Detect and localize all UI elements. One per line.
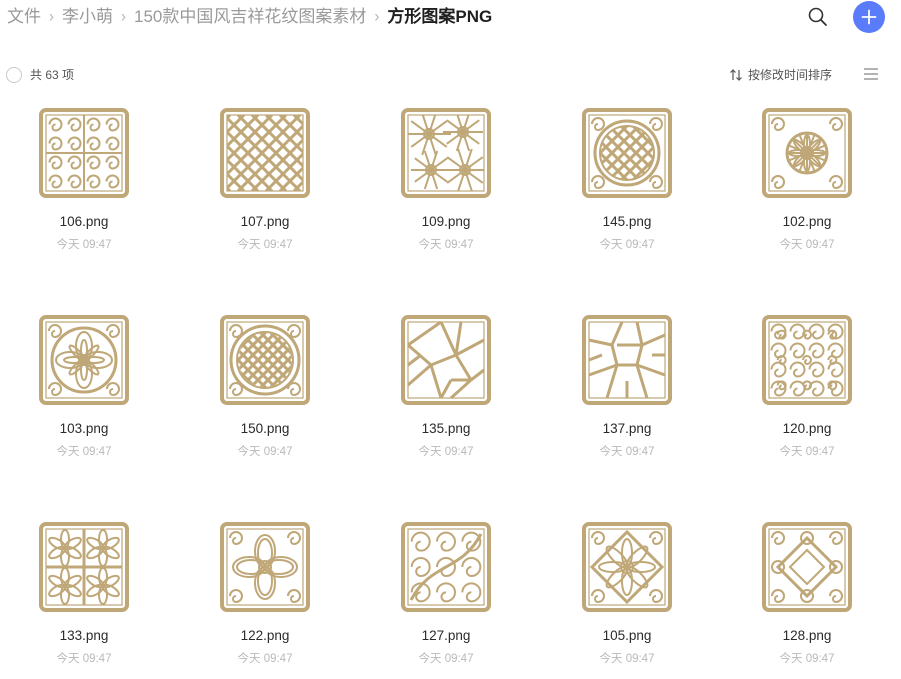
plus-icon [861,9,877,25]
file-name: 109.png [421,214,471,229]
file-date: 今天 09:47 [599,446,655,458]
breadcrumb-separator: › [49,7,54,26]
file-item[interactable]: 102.png 今天 09:47 [742,105,872,265]
breadcrumb-item-folder[interactable]: 150款中国风吉祥花纹图案素材 [134,6,366,28]
file-thumbnail [39,315,129,405]
file-item[interactable]: 150.png 今天 09:47 [200,312,330,472]
header: 文件 › 李小萌 › 150款中国风吉祥花纹图案素材 › 方形图案PNG [0,0,901,36]
file-thumbnail [401,315,491,405]
search-icon [808,7,827,26]
file-item[interactable]: 120.png 今天 09:47 [742,312,872,472]
file-item[interactable]: 133.png 今天 09:47 [19,519,149,679]
file-date: 今天 09:47 [56,239,112,251]
file-name: 150.png [240,421,290,436]
toolbar: 共 63 项 按修改时间排序 [0,60,901,88]
file-date: 今天 09:47 [56,446,112,458]
search-button[interactable] [806,5,830,29]
file-item[interactable]: 109.png 今天 09:47 [381,105,511,265]
file-thumbnail [39,108,129,198]
file-name: 106.png [59,214,109,229]
file-thumbnail [220,522,310,612]
file-name: 133.png [59,628,109,643]
breadcrumb-item-files[interactable]: 文件 [7,6,41,28]
file-thumbnail [762,522,852,612]
breadcrumb-item-user[interactable]: 李小萌 [62,6,113,28]
file-thumbnail [39,522,129,612]
file-date: 今天 09:47 [418,239,474,251]
file-name: 122.png [240,628,290,643]
file-thumbnail [762,108,852,198]
file-item[interactable]: 135.png 今天 09:47 [381,312,511,472]
file-thumbnail [220,108,310,198]
file-thumbnail [582,315,672,405]
file-date: 今天 09:47 [418,446,474,458]
file-item[interactable]: 107.png 今天 09:47 [200,105,330,265]
file-date: 今天 09:47 [56,653,112,665]
file-date: 今天 09:47 [599,239,655,251]
file-name: 102.png [782,214,832,229]
file-date: 今天 09:47 [418,653,474,665]
file-thumbnail [582,522,672,612]
file-name: 137.png [602,421,652,436]
file-item[interactable]: 122.png 今天 09:47 [200,519,330,679]
sort-button[interactable]: 按修改时间排序 [729,66,832,83]
file-name: 127.png [421,628,471,643]
breadcrumb: 文件 › 李小萌 › 150款中国风吉祥花纹图案素材 › 方形图案PNG [7,6,492,28]
file-item[interactable]: 105.png 今天 09:47 [562,519,692,679]
file-date: 今天 09:47 [599,653,655,665]
file-name: 135.png [421,421,471,436]
file-date: 今天 09:47 [237,446,293,458]
breadcrumb-current: 方形图案PNG [387,7,493,26]
file-thumbnail [401,522,491,612]
add-button[interactable] [853,1,885,33]
item-count: 共 63 项 [30,68,75,82]
file-thumbnail [220,315,310,405]
file-thumbnail [762,315,852,405]
file-item[interactable]: 103.png 今天 09:47 [19,312,149,472]
sort-icon [730,68,742,81]
view-toggle-button[interactable] [863,67,879,81]
select-all-checkbox[interactable] [6,67,22,83]
file-name: 107.png [240,214,290,229]
file-date: 今天 09:47 [779,446,835,458]
file-name: 145.png [602,214,652,229]
file-item[interactable]: 128.png 今天 09:47 [742,519,872,679]
file-name: 103.png [59,421,109,436]
file-name: 120.png [782,421,832,436]
breadcrumb-separator: › [374,7,380,26]
breadcrumb-separator: › [121,7,126,26]
file-item[interactable]: 127.png 今天 09:47 [381,519,511,679]
file-date: 今天 09:47 [237,239,293,251]
file-name: 105.png [602,628,652,643]
file-date: 今天 09:47 [779,239,835,251]
file-date: 今天 09:47 [779,653,835,665]
file-name: 128.png [782,628,832,643]
sort-label: 按修改时间排序 [748,68,833,82]
file-item[interactable]: 106.png 今天 09:47 [19,105,149,265]
file-thumbnail [401,108,491,198]
file-thumbnail [582,108,672,198]
file-item[interactable]: 137.png 今天 09:47 [562,312,692,472]
file-date: 今天 09:47 [237,653,293,665]
list-view-icon [864,68,878,80]
file-item[interactable]: 145.png 今天 09:47 [562,105,692,265]
